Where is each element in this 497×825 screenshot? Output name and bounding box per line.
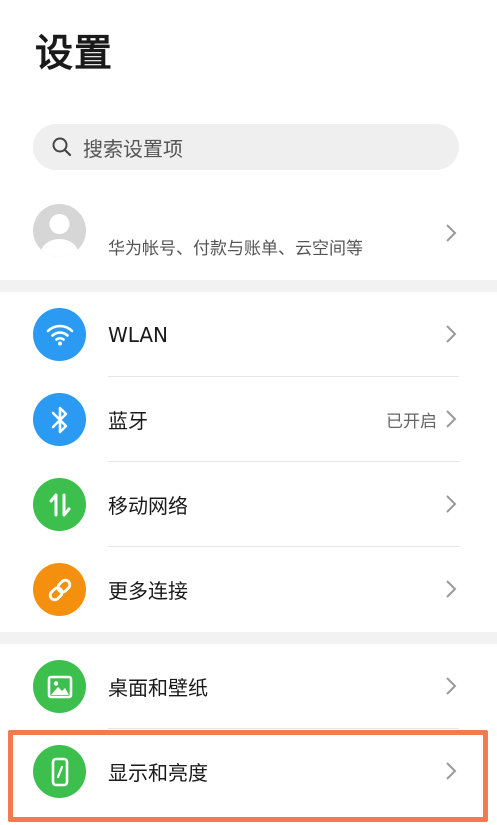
section-divider (0, 632, 497, 644)
search-placeholder: 搜索设置项 (83, 136, 183, 161)
bluetooth-icon (33, 393, 86, 446)
account-subtitle: 华为帐号、付款与账单、云空间等 (108, 239, 363, 259)
section-divider (0, 280, 497, 292)
chevron-right-icon (446, 410, 457, 428)
link-icon (33, 563, 86, 616)
settings-item-more-connections[interactable]: 更多连接 (0, 547, 497, 632)
settings-page: 设置 搜索设置项 华为帐号、付款与账单、云空间等 WLAN 蓝牙 已开启 移动网… (0, 0, 497, 825)
chevron-right-icon (446, 495, 457, 513)
chevron-right-icon (446, 580, 457, 598)
mobile-data-icon (33, 478, 86, 531)
chevron-right-icon (446, 325, 457, 343)
settings-item-label: WLAN (108, 322, 169, 347)
settings-item-desktop-wallpaper[interactable]: 桌面和壁纸 (0, 644, 497, 729)
bluetooth-status: 已开启 (386, 412, 437, 432)
chevron-right-icon (446, 677, 457, 695)
settings-item-bluetooth[interactable]: 蓝牙 已开启 (0, 377, 497, 462)
picture-icon (33, 660, 86, 713)
chevron-right-icon (446, 762, 457, 780)
wifi-icon (33, 308, 86, 361)
account-row[interactable]: 华为帐号、付款与账单、云空间等 (0, 196, 497, 282)
settings-item-label: 桌面和壁纸 (108, 676, 208, 700)
settings-item-label: 显示和亮度 (108, 761, 208, 785)
chevron-right-icon (446, 224, 457, 242)
settings-item-label: 蓝牙 (108, 409, 148, 433)
settings-item-display-brightness[interactable]: 显示和亮度 (0, 729, 497, 814)
settings-item-label: 移动网络 (108, 494, 188, 518)
search-icon (51, 136, 73, 158)
settings-item-mobile-network[interactable]: 移动网络 (0, 462, 497, 547)
settings-item-wlan[interactable]: WLAN (0, 292, 497, 377)
settings-item-label: 更多连接 (108, 579, 188, 603)
avatar (33, 204, 86, 257)
page-title: 设置 (35, 31, 114, 75)
phone-brightness-icon (33, 745, 86, 798)
search-bar[interactable]: 搜索设置项 (33, 124, 459, 170)
